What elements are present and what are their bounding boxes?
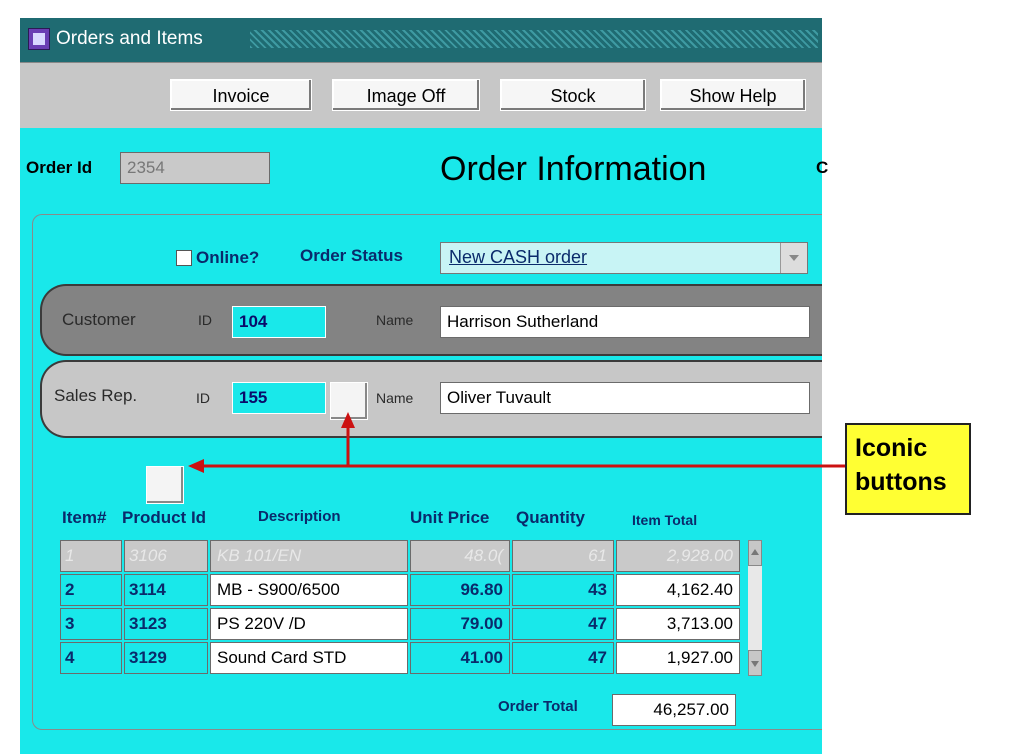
item-number-cell[interactable]: 1	[60, 540, 122, 572]
order-status-label: Order Status	[300, 246, 403, 265]
product-id-cell[interactable]: 3123	[124, 608, 208, 640]
sales-rep-lookup-button[interactable]	[330, 382, 368, 420]
sales-rep-name-label: Name	[376, 390, 414, 406]
customer-label: Customer	[62, 310, 136, 329]
product-id-cell[interactable]: 3106	[124, 540, 208, 572]
window-title: Orders and Items	[56, 28, 203, 49]
show-help-button[interactable]: Show Help	[660, 79, 806, 111]
unit-price-cell[interactable]: 48.0(	[410, 540, 510, 572]
items-scrollbar[interactable]	[748, 540, 762, 676]
order-status-value: New CASH order	[449, 247, 588, 267]
item-total-cell: 4,162.40	[616, 574, 740, 606]
order-status-select[interactable]: New CASH order	[440, 242, 808, 274]
title-bar: Orders and Items	[20, 18, 822, 62]
unit-price-cell[interactable]: 41.00	[410, 642, 510, 674]
description-cell[interactable]: PS 220V /D	[210, 608, 408, 640]
scroll-up-icon[interactable]	[748, 540, 762, 566]
order-id-field[interactable]: 2354	[120, 152, 270, 184]
quantity-cell[interactable]: 43	[512, 574, 614, 606]
product-id-cell[interactable]: 3114	[124, 574, 208, 606]
stock-button[interactable]: Stock	[500, 79, 646, 111]
scroll-down-icon[interactable]	[748, 650, 762, 676]
item-total-cell: 3,713.00	[616, 608, 740, 640]
order-total-field: 46,257.00	[612, 694, 736, 726]
column-header-unit-price: Unit Price	[410, 508, 490, 527]
column-header-description: Description	[258, 508, 341, 525]
order-form: Order Id 2354 Order Information C Online…	[20, 128, 828, 754]
sales-rep-id-label: ID	[196, 390, 210, 406]
description-cell[interactable]: KB 101/EN	[210, 540, 408, 572]
quantity-cell[interactable]: 47	[512, 608, 614, 640]
product-id-cell[interactable]: 3129	[124, 642, 208, 674]
item-number-cell[interactable]: 3	[60, 608, 122, 640]
quantity-cell[interactable]: 47	[512, 642, 614, 674]
order-total-label: Order Total	[498, 698, 578, 715]
order-id-label: Order Id	[26, 158, 93, 177]
title-bar-pattern	[250, 30, 818, 48]
unit-price-cell[interactable]: 96.80	[410, 574, 510, 606]
unit-price-cell[interactable]: 79.00	[410, 608, 510, 640]
sales-rep-name-field[interactable]: Oliver Tuvault	[440, 382, 810, 414]
item-number-cell[interactable]: 2	[60, 574, 122, 606]
column-header-item: Item#	[62, 508, 107, 527]
callout-line-1: Iconic	[855, 434, 928, 462]
scroll-track[interactable]	[748, 566, 762, 650]
customer-id-label: ID	[198, 312, 212, 328]
sales-rep-id-field[interactable]: 155	[232, 382, 326, 414]
quantity-cell[interactable]: 61	[512, 540, 614, 572]
column-header-quantity: Quantity	[516, 508, 585, 527]
item-total-cell: 2,928.00	[616, 540, 740, 572]
column-header-product-id: Product Id	[122, 508, 207, 527]
app-icon	[28, 28, 50, 50]
description-cell[interactable]: Sound Card STD	[210, 642, 408, 674]
toolbar: Invoice Image Off Stock Show Help	[20, 62, 822, 129]
cut-off-label: C	[816, 158, 829, 177]
online-checkbox[interactable]	[176, 250, 192, 266]
callout-iconic-buttons: Iconic buttons	[845, 423, 971, 515]
orders-window: Orders and Items Invoice Image Off Stock…	[20, 18, 828, 754]
callout-line-2: buttons	[855, 468, 947, 496]
item-total-cell: 1,927.00	[616, 642, 740, 674]
column-header-item-total: Item Total	[632, 512, 698, 528]
customer-name-field[interactable]: Harrison Sutherland	[440, 306, 810, 338]
customer-name-label: Name	[376, 312, 414, 328]
online-label: Online?	[196, 248, 260, 267]
invoice-button[interactable]: Invoice	[170, 79, 312, 111]
chevron-down-icon[interactable]	[780, 243, 807, 273]
customer-id-field[interactable]: 104	[232, 306, 326, 338]
sales-rep-label: Sales Rep.	[54, 386, 138, 405]
page-title: Order Information	[440, 150, 707, 188]
item-lookup-button[interactable]	[146, 466, 184, 504]
item-number-cell[interactable]: 4	[60, 642, 122, 674]
description-cell[interactable]: MB - S900/6500	[210, 574, 408, 606]
image-off-button[interactable]: Image Off	[332, 79, 480, 111]
